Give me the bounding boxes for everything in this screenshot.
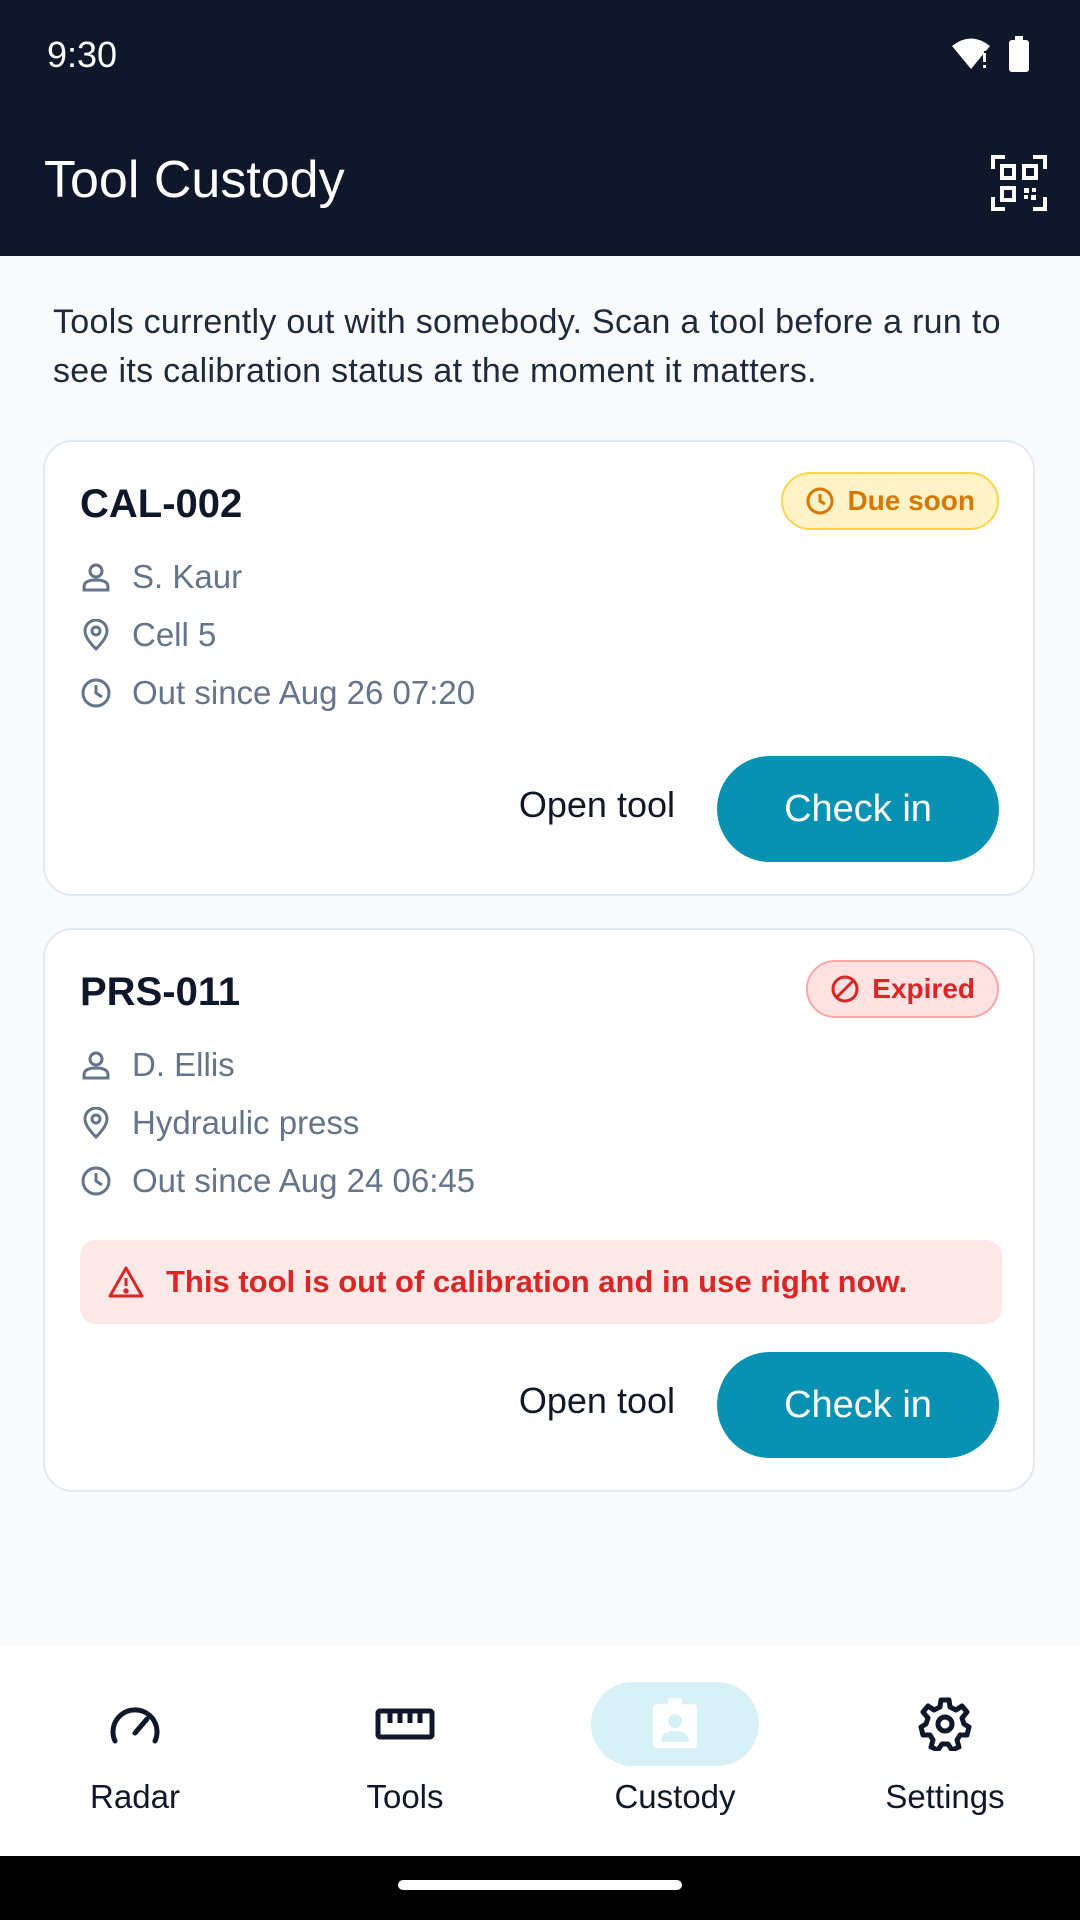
wifi-icon	[952, 38, 990, 69]
status-bar: 9:30	[0, 0, 1080, 112]
custody-card: CAL-002 Due soon S. Kaur Cell 5 Out sinc…	[43, 440, 1035, 896]
gear-icon	[918, 1697, 972, 1751]
tool-id: PRS-011	[80, 970, 241, 1014]
gauge-icon	[110, 1707, 160, 1744]
badge-label: Due soon	[847, 485, 975, 516]
out-since-row: Out since Aug 26 07:20	[80, 674, 475, 712]
nav-item-tools[interactable]: Tools	[270, 1646, 540, 1856]
gesture-bar	[0, 1856, 1080, 1920]
person-row: D. Ellis	[80, 1046, 235, 1084]
nav-label: Tools	[366, 1778, 444, 1815]
bottom-nav: Radar Tools Custody Settings	[0, 1646, 1080, 1856]
page-title: Tool Custody	[44, 151, 345, 209]
status-badge: Expired	[806, 960, 999, 1018]
location-text: Hydraulic press	[132, 1104, 360, 1141]
location-row: Hydraulic press	[80, 1104, 359, 1142]
calibration-alert: This tool is out of calibration and in u…	[80, 1240, 1002, 1324]
nav-label: Radar	[90, 1778, 180, 1815]
location-pin-icon	[83, 1107, 109, 1139]
alert-text: This tool is out of calibration and in u…	[166, 1264, 908, 1299]
badge-label: Expired	[872, 973, 975, 1004]
qr-scan-icon	[991, 155, 1047, 211]
location-pin-icon	[83, 619, 109, 651]
location-row: Cell 5	[80, 616, 216, 654]
ruler-icon	[375, 1708, 435, 1740]
check-in-button[interactable]: Check in	[717, 1352, 999, 1458]
nav-label: Settings	[885, 1778, 1005, 1815]
battery-icon	[1009, 36, 1029, 72]
clock-icon	[81, 678, 111, 708]
person-row: S. Kaur	[80, 558, 242, 596]
warning-icon	[108, 1266, 144, 1298]
custody-card: PRS-011 Expired D. Ellis Hydraulic press…	[43, 928, 1035, 1492]
nav-label: Custody	[614, 1778, 736, 1815]
check-in-button[interactable]: Check in	[717, 756, 999, 862]
nav-item-settings[interactable]: Settings	[810, 1646, 1080, 1856]
out-since-text: Out since Aug 26 07:20	[132, 674, 476, 711]
nav-item-custody[interactable]: Custody	[540, 1646, 810, 1856]
open-tool-button[interactable]: Open tool	[519, 1380, 675, 1422]
location-text: Cell 5	[132, 616, 217, 653]
person-icon	[82, 1051, 110, 1080]
person-name: D. Ellis	[132, 1046, 235, 1083]
out-since-text: Out since Aug 24 06:45	[132, 1162, 476, 1199]
clock-icon	[81, 1166, 111, 1196]
status-icons	[950, 36, 1030, 72]
tool-id: CAL-002	[80, 482, 243, 526]
badge-icon	[653, 1698, 697, 1748]
scan-button[interactable]	[984, 148, 1054, 218]
app-bar: Tool Custody	[0, 112, 1080, 256]
out-since-row: Out since Aug 24 06:45	[80, 1162, 475, 1200]
open-tool-button[interactable]: Open tool	[519, 784, 675, 826]
person-icon	[82, 563, 110, 592]
status-time: 9:30	[47, 34, 118, 75]
person-name: S. Kaur	[132, 558, 243, 595]
ban-icon	[831, 975, 859, 1003]
home-indicator[interactable]	[398, 1880, 682, 1890]
status-badge: Due soon	[781, 472, 999, 530]
intro-text: Tools currently out with somebody. Scan …	[53, 303, 1001, 390]
clock-icon	[806, 487, 834, 515]
nav-item-radar[interactable]: Radar	[0, 1646, 270, 1856]
